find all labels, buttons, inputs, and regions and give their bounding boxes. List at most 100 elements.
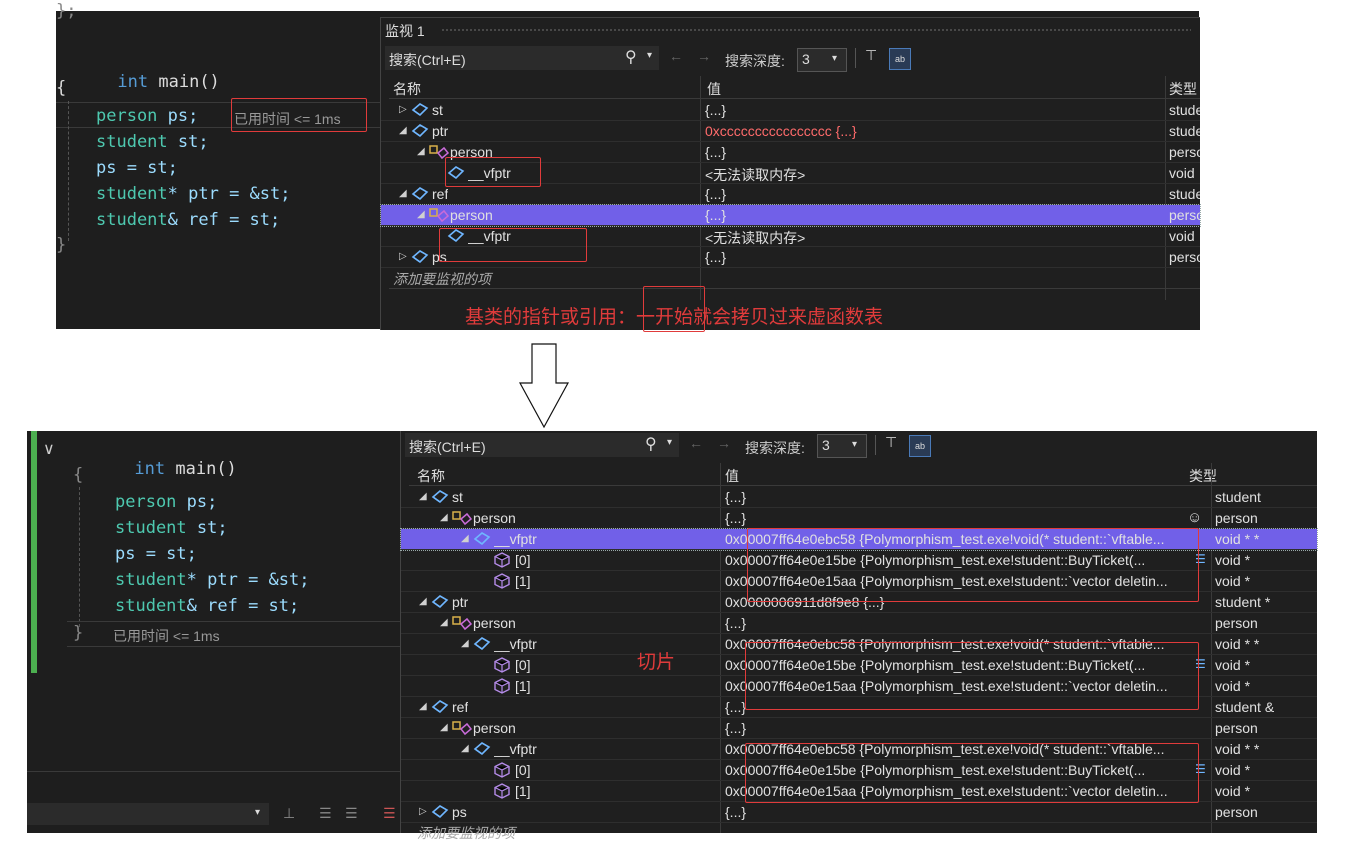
- collapse-arrow-icon[interactable]: ◢: [399, 188, 407, 199]
- add-watch-item[interactable]: 添加要监视的项: [393, 269, 491, 289]
- search-icon[interactable]: ⚲: [645, 434, 657, 454]
- watch-value[interactable]: {...}: [725, 804, 1185, 820]
- back-arrow-icon[interactable]: ←: [669, 48, 683, 64]
- row-divider: [401, 822, 1317, 823]
- column-header-name[interactable]: 名称: [393, 79, 421, 99]
- watch-row[interactable]: ◢ person {...} person: [401, 718, 1317, 739]
- watch-name: [1]: [515, 573, 531, 589]
- collapse-arrow-icon[interactable]: ◢: [461, 638, 469, 649]
- watch-type: person: [1215, 720, 1258, 736]
- forward-arrow-icon[interactable]: →: [697, 48, 711, 64]
- expand-arrow-icon[interactable]: ▷: [399, 251, 407, 262]
- column-header-type[interactable]: 类型: [1169, 79, 1197, 99]
- code-line-3: ps = st;: [96, 158, 178, 178]
- watch-name: ref: [432, 186, 449, 202]
- pin-icon[interactable]: ⊤: [885, 434, 897, 451]
- variable-icon: [411, 249, 429, 268]
- variable-icon: [411, 186, 429, 205]
- collapse-arrow-icon[interactable]: ◢: [417, 146, 425, 157]
- element-icon: [494, 573, 510, 592]
- collapse-arrow-icon[interactable]: ◢: [440, 512, 448, 523]
- indent-icon[interactable]: ☰: [345, 805, 358, 822]
- outdent-icon[interactable]: ☰: [319, 805, 332, 822]
- search-icon[interactable]: ⚲: [625, 47, 637, 67]
- code-line-4: student* ptr = &st;: [115, 570, 310, 590]
- collapse-chevron-icon[interactable]: ∨: [43, 439, 55, 459]
- title-grip: [441, 28, 1191, 32]
- base-class-icon: [452, 720, 472, 739]
- depth-value: 3: [802, 51, 810, 67]
- watch-row[interactable]: ▷ st {...} stude: [381, 100, 1200, 121]
- base-class-icon: [452, 615, 472, 634]
- watch-type: stude: [1169, 123, 1200, 139]
- depth-select[interactable]: 3 ▾: [817, 434, 867, 458]
- expand-arrow-icon[interactable]: ▷: [399, 104, 407, 115]
- comment-icon[interactable]: ☰: [383, 805, 396, 822]
- watch-value[interactable]: {...}: [725, 510, 1185, 526]
- watch-value[interactable]: {...}: [705, 102, 1160, 118]
- variable-icon: [473, 636, 491, 655]
- watch-row[interactable]: ◢ ref {...} stude: [381, 184, 1200, 205]
- forward-arrow-icon[interactable]: →: [717, 435, 731, 451]
- watch-row[interactable]: ◢ person {...} person: [401, 508, 1317, 529]
- hex-display-icon[interactable]: ab: [889, 48, 911, 70]
- watch-name: ps: [452, 804, 467, 820]
- chevron-down-icon: ▾: [852, 439, 858, 450]
- hex-display-icon[interactable]: ab: [909, 435, 931, 457]
- expand-arrow-icon[interactable]: ▷: [419, 806, 427, 817]
- watch-row[interactable]: ◢ person {...} perso: [380, 204, 1201, 227]
- column-header-value[interactable]: 值: [707, 79, 721, 99]
- column-header-value[interactable]: 值: [725, 466, 739, 486]
- add-watch-item[interactable]: 添加要监视的项: [417, 823, 515, 843]
- watch-value[interactable]: {...}: [705, 249, 1160, 265]
- watch-name: [1]: [515, 783, 531, 799]
- collapse-arrow-icon[interactable]: ◢: [440, 617, 448, 628]
- watch-name: st: [452, 489, 463, 505]
- column-header-type[interactable]: 类型: [1189, 466, 1217, 486]
- watch-row[interactable]: ◢ ptr 0xcccccccccccccccc {...} stude: [381, 121, 1200, 142]
- watch-value[interactable]: 0xcccccccccccccccc {...}: [705, 123, 1160, 139]
- watch-value[interactable]: {...}: [725, 615, 1185, 631]
- collapse-arrow-icon[interactable]: ◢: [399, 125, 407, 136]
- collapse-arrow-icon[interactable]: ◢: [461, 533, 469, 544]
- watch-type: void *: [1215, 657, 1251, 673]
- collapse-arrow-icon[interactable]: ◢: [440, 722, 448, 733]
- chevron-down-icon[interactable]: ▾: [647, 50, 652, 61]
- watch-value[interactable]: <无法读取内存>: [705, 228, 1160, 248]
- collapse-arrow-icon[interactable]: ◢: [419, 596, 427, 607]
- annotation-box-ref-vtable: [745, 743, 1199, 803]
- watch-value[interactable]: {...}: [705, 186, 1160, 202]
- editor-dropdown[interactable]: ▾: [27, 803, 269, 825]
- collapse-arrow-icon[interactable]: ◢: [419, 701, 427, 712]
- back-arrow-icon[interactable]: ←: [689, 435, 703, 451]
- collapse-arrow-icon[interactable]: ◢: [417, 209, 425, 220]
- watch-name: [0]: [515, 657, 531, 673]
- depth-select[interactable]: 3 ▾: [797, 48, 847, 72]
- watch-row[interactable]: ◢ st {...} student: [401, 487, 1317, 508]
- watch-row[interactable]: ◢ person {...} person: [401, 613, 1317, 634]
- element-icon: [494, 678, 510, 697]
- copilot-icon[interactable]: ☺: [1187, 509, 1202, 526]
- watch-value[interactable]: {...}: [725, 489, 1185, 505]
- watch-value[interactable]: <无法读取内存>: [705, 165, 1160, 185]
- main-signature: int main(): [73, 439, 236, 499]
- watch-name: ref: [452, 699, 469, 715]
- watch-type: void * *: [1215, 741, 1260, 757]
- search-input[interactable]: 搜索(Ctrl+E) ⚲ ▾: [405, 433, 679, 457]
- watch-type: person: [1215, 615, 1258, 631]
- watch-value[interactable]: {...}: [705, 144, 1160, 160]
- watch-row[interactable]: ▷ ps {...} person: [401, 802, 1317, 823]
- pin-icon[interactable]: ⊤: [865, 47, 877, 64]
- format-icon[interactable]: ⊥: [283, 805, 295, 822]
- search-input[interactable]: 搜索(Ctrl+E) ⚲ ▾: [385, 46, 659, 70]
- grid-header: 名称 值 类型: [409, 463, 1317, 486]
- watch-value[interactable]: {...}: [725, 720, 1185, 736]
- column-header-name[interactable]: 名称: [417, 466, 445, 486]
- element-icon: [494, 552, 510, 571]
- watch-value[interactable]: {...}: [705, 207, 1160, 223]
- collapse-arrow-icon[interactable]: ◢: [461, 743, 469, 754]
- collapse-arrow-icon[interactable]: ◢: [419, 491, 427, 502]
- code-line-1: person ps;: [115, 492, 218, 512]
- chevron-down-icon[interactable]: ▾: [667, 437, 672, 448]
- watch-type: void *: [1215, 783, 1251, 799]
